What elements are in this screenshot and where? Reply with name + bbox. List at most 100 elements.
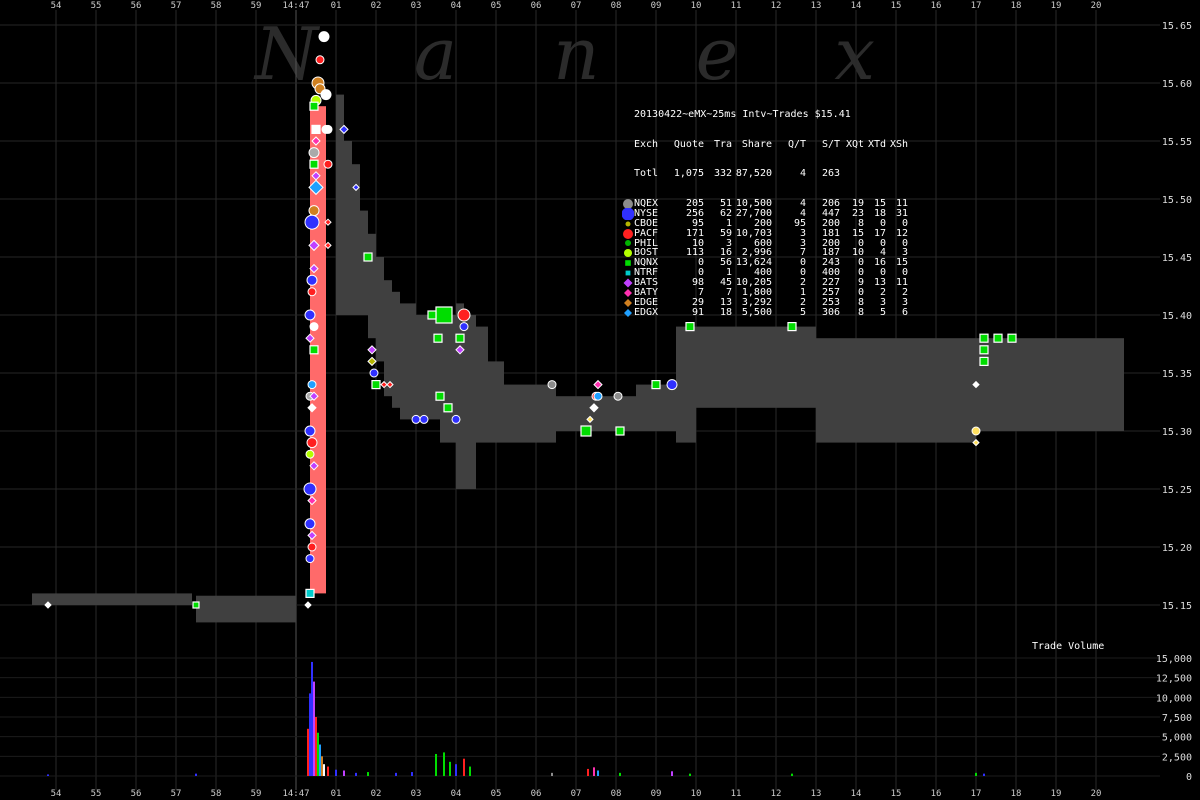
volume-title: Trade Volume: [1032, 641, 1105, 652]
x-tick-label-bottom: 57: [171, 789, 182, 799]
x-tick-label-top: 18: [1011, 1, 1022, 11]
nbbo-band: [392, 291, 400, 408]
legend-cell: 5,500: [741, 306, 772, 318]
legend-cell: Q/T: [787, 138, 806, 150]
legend-cell: 91: [691, 306, 704, 318]
volume-tick-label: 2,500: [1162, 752, 1192, 763]
y-tick-label: 15.40: [1162, 311, 1192, 322]
volume-bar: [671, 771, 673, 776]
x-tick-label-top: 13: [811, 1, 822, 11]
trade-point-nyse: [304, 518, 316, 530]
volume-tick-label: 0: [1186, 772, 1192, 783]
trade-point-nqnx: [580, 425, 592, 437]
volume-bar: [455, 764, 457, 776]
trade-point-nqnx: [309, 345, 319, 355]
x-tick-label-bottom: 01: [331, 789, 342, 799]
trade-point-nqnx: [309, 159, 319, 169]
x-tick-label-top: 04: [451, 1, 462, 11]
trade-point-nqnx: [363, 252, 373, 262]
legend-cell: XQt: [845, 138, 864, 150]
x-tick-label-top: 11: [731, 1, 742, 11]
legend-cell: Tra: [713, 138, 732, 150]
volume-tick-label: 5,000: [1162, 733, 1192, 744]
y-tick-label: 15.65: [1162, 21, 1192, 32]
legend-cell: 306: [821, 306, 840, 318]
trade-point-nyse: [304, 309, 316, 321]
x-tick-label-top: 57: [171, 1, 182, 11]
trade-point-nqnx: [433, 333, 443, 343]
legend-cell: 8: [857, 306, 864, 318]
x-tick-label-top: 10: [691, 1, 702, 11]
trade-point-baty: [593, 379, 603, 390]
nbbo-band: [636, 384, 676, 431]
legend-header-row: Exch Quote Tra Share Q/T S/T XQt XTd XSh: [622, 138, 908, 150]
x-tick-label-top: 07: [571, 1, 582, 11]
trade-point-nyse: [369, 368, 379, 378]
trade-point-edgx: [593, 391, 603, 401]
x-tick-label-top: 59: [251, 1, 262, 11]
volume-bar: [313, 681, 315, 776]
x-tick-label-bottom: 02: [371, 789, 382, 799]
nbbo-band: [400, 303, 416, 420]
nbbo-band: [360, 210, 368, 315]
nbbo-band: [464, 315, 476, 489]
x-tick-label-bottom: 14: [851, 789, 862, 799]
legend-cell: Totl: [634, 168, 659, 180]
x-tick-label-top: 19: [1051, 1, 1062, 11]
x-tick-label-top: 56: [131, 1, 142, 11]
legend-cell: 263: [821, 168, 840, 180]
trade-point-nqnx: [192, 601, 200, 609]
trade-point-nqnx: [443, 403, 453, 413]
nbbo-band: [196, 595, 296, 623]
trade-point-nqnx: [311, 124, 321, 135]
x-tick-label-bottom: 13: [811, 789, 822, 799]
x-tick-label-bottom: 07: [571, 789, 582, 799]
x-tick-label-bottom: 16: [931, 789, 942, 799]
trade-point-bats: [367, 345, 377, 355]
trade-point-nyse: [304, 425, 316, 437]
legend-row-edgx: EDGX 91 18 5,500 5 306 8 5 6: [622, 306, 908, 318]
volume-bar: [551, 772, 553, 776]
y-tick-label: 15.35: [1162, 369, 1192, 380]
x-tick-label-top: 09: [651, 1, 662, 11]
trade-point-nyse: [306, 274, 318, 286]
volume-bar: [195, 773, 197, 776]
trade-point-nqnx: [309, 101, 319, 111]
volume-bar: [411, 772, 413, 776]
volume-bar: [335, 769, 337, 776]
trade-point-nqnx: [651, 380, 661, 390]
trade-point-ntrf: [305, 588, 315, 599]
x-tick-label-bottom: 56: [131, 789, 142, 799]
x-tick-label-bottom: 55: [91, 789, 102, 799]
x-tick-label-bottom: 14:47: [282, 789, 309, 799]
x-tick-label-bottom: 18: [1011, 789, 1022, 799]
trade-point-pacf: [306, 437, 318, 449]
nbbo-bands: [32, 94, 1124, 623]
x-tick-label-top: 20: [1091, 1, 1102, 11]
y-tick-label: 15.45: [1162, 253, 1192, 264]
trade-point-nqnx: [435, 306, 453, 324]
y-tick-label: 15.60: [1162, 79, 1192, 90]
trade-point-nqnx: [455, 333, 465, 343]
volume-bar: [315, 717, 317, 776]
volume-bar: [587, 768, 589, 776]
x-tick-label-top: 01: [331, 1, 342, 11]
trade-point-edgx: [307, 380, 317, 390]
nbbo-band: [596, 396, 636, 431]
x-tick-label-top: 17: [971, 1, 982, 11]
volume-bar: [593, 767, 595, 776]
x-tick-label-top: 05: [491, 1, 502, 11]
x-tick-label-top: 06: [531, 1, 542, 11]
trade-point-nqex: [613, 391, 623, 401]
x-tick-label-top: 03: [411, 1, 422, 11]
volume-bar: [355, 772, 357, 776]
x-tick-label-bottom: 58: [211, 789, 222, 799]
nbbo-band: [368, 233, 376, 339]
volume-bar: [395, 772, 397, 776]
legend-cell: Exch: [634, 138, 659, 150]
volume-bars: [47, 661, 985, 776]
legend-cell: 6: [901, 306, 908, 318]
volume-bar: [983, 773, 985, 776]
legend-cell: 5: [879, 306, 886, 318]
nbbo-band: [676, 326, 696, 443]
